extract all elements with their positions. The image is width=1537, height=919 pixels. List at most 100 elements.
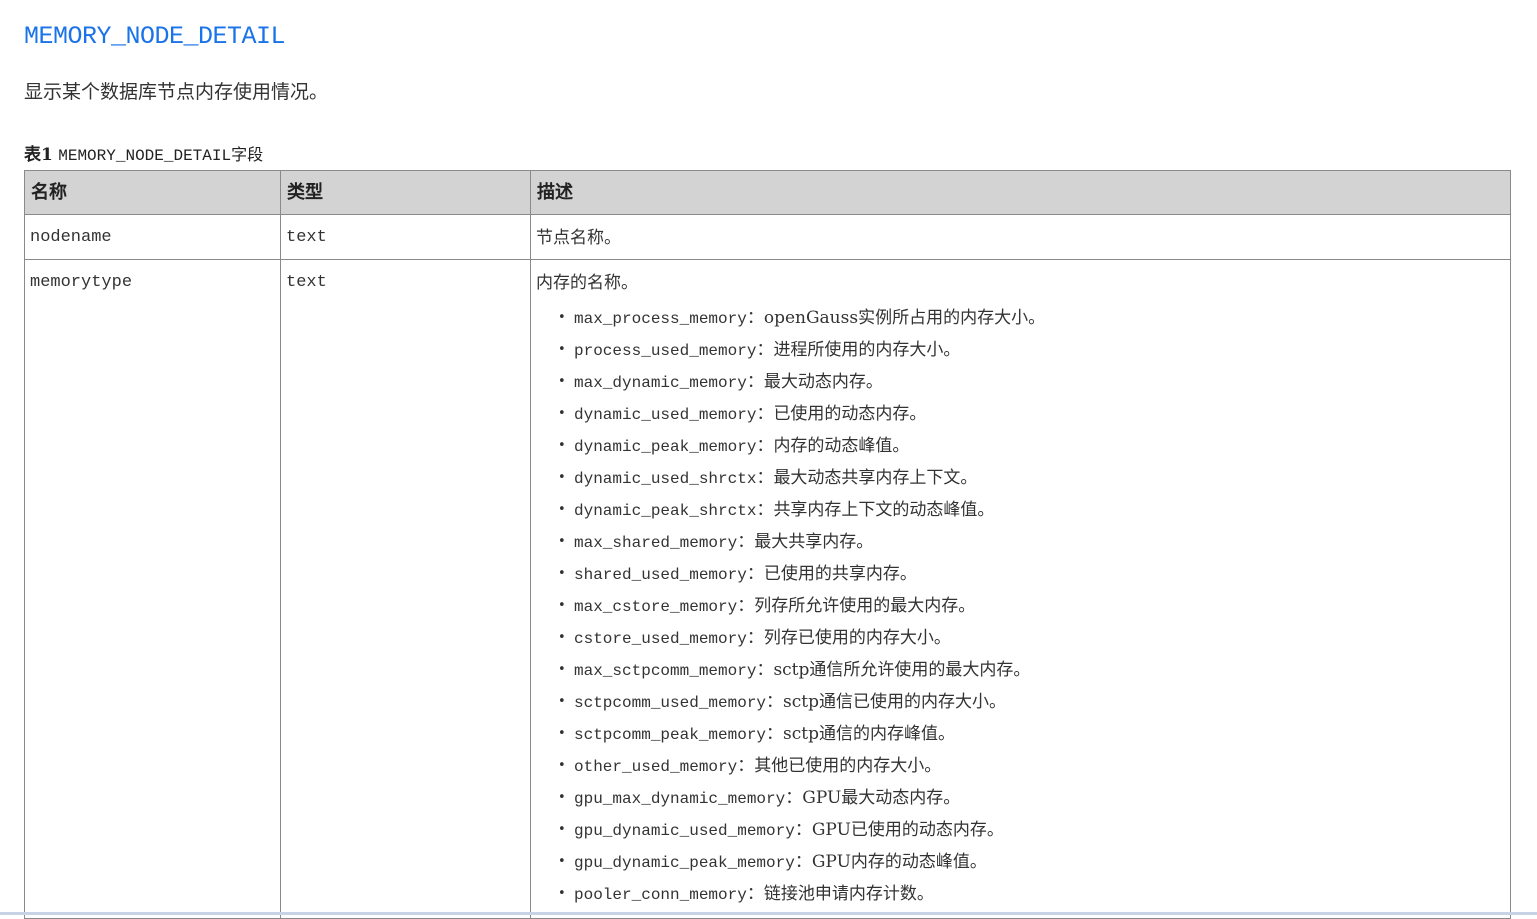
list-item: • max_shared_memory：最大共享内存。: [556, 526, 1505, 558]
list-item: • dynamic_peak_memory：内存的动态峰值。: [556, 430, 1505, 462]
memory-type-name: dynamic_peak_memory: [574, 438, 757, 456]
memory-type-description: 已使用的动态内存。: [773, 404, 927, 424]
memory-type-separator: ：: [737, 596, 755, 616]
bullet-icon: •: [558, 598, 566, 613]
list-item: • sctpcomm_peak_memory：sctp通信的内存峰值。: [556, 718, 1505, 750]
memory-type-name: process_used_memory: [574, 342, 757, 360]
bullet-icon: •: [558, 886, 566, 901]
bullet-icon: •: [558, 470, 566, 485]
page-description: 显示某个数据库节点内存使用情况。: [24, 81, 329, 103]
memory-type-description: 内存的动态峰值。: [773, 436, 910, 456]
memory-type-description: 最大动态共享内存上下文。: [773, 468, 978, 488]
memory-type-description: sctp通信的内存峰值。: [783, 724, 955, 744]
header-type: 类型: [280, 170, 531, 215]
memory-type-description: openGauss实例所占用的内存大小。: [763, 308, 1046, 328]
cell-description: 节点名称。: [530, 214, 1511, 260]
list-item: • gpu_max_dynamic_memory：GPU最大动态内存。: [556, 782, 1505, 814]
memory-type-name: sctpcomm_used_memory: [574, 694, 767, 712]
memory-type-name: max_shared_memory: [574, 534, 738, 552]
header-description: 描述: [530, 170, 1511, 215]
memory-type-separator: ：: [737, 532, 755, 552]
bullet-icon: •: [558, 822, 566, 837]
memory-type-separator: ：: [746, 372, 764, 392]
memory-type-description: GPU内存的动态峰值。: [811, 852, 987, 872]
cell-description-text: 内存的名称。: [536, 273, 638, 293]
list-item: • max_dynamic_memory：最大动态内存。: [556, 366, 1505, 398]
memory-type-description: 进程所使用的内存大小。: [773, 340, 961, 360]
memory-type-name: max_cstore_memory: [574, 598, 738, 616]
list-item: • gpu_dynamic_peak_memory：GPU内存的动态峰值。: [556, 846, 1505, 878]
memory-type-name: dynamic_used_memory: [574, 406, 757, 424]
memory-type-list: • max_process_memory：openGauss实例所占用的内存大小。…: [536, 302, 1505, 910]
memory-type-separator: ：: [766, 724, 784, 744]
memory-type-name: cstore_used_memory: [574, 630, 747, 648]
document-page: MEMORY_NODE_DETAIL 显示某个数据库节点内存使用情况。 表1 M…: [24, 0, 1511, 919]
bullet-icon: •: [558, 342, 566, 357]
list-item: • shared_used_memory：已使用的共享内存。: [556, 558, 1505, 590]
list-item: • pooler_conn_memory：链接池申请内存计数。: [556, 878, 1505, 910]
memory-type-description: 列存已使用的内存大小。: [763, 628, 951, 648]
memory-type-separator: ：: [756, 500, 774, 520]
page-title: MEMORY_NODE_DETAIL: [24, 22, 286, 51]
memory-type-separator: ：: [756, 660, 774, 680]
list-item: • dynamic_used_memory：已使用的动态内存。: [556, 398, 1505, 430]
memory-type-name: max_dynamic_memory: [574, 374, 747, 392]
cell-type: text: [280, 259, 531, 919]
table-row: nodename text 节点名称。: [24, 214, 1511, 260]
memory-type-description: 列存所允许使用的最大内存。: [754, 596, 976, 616]
bullet-icon: •: [558, 694, 566, 709]
list-item: • gpu_dynamic_used_memory：GPU已使用的动态内存。: [556, 814, 1505, 846]
memory-type-name: gpu_dynamic_used_memory: [574, 822, 795, 840]
bullet-icon: •: [558, 630, 566, 645]
memory-type-description: sctp通信所允许使用的最大内存。: [773, 660, 1031, 680]
memory-type-separator: ：: [785, 788, 803, 808]
memory-type-separator: ：: [746, 564, 764, 584]
fields-table: 名称 类型 描述 nodename text 节点名称。 memorytype …: [24, 170, 1511, 919]
memory-type-name: max_sctpcomm_memory: [574, 662, 757, 680]
bullet-icon: •: [558, 374, 566, 389]
memory-type-name: gpu_max_dynamic_memory: [574, 790, 786, 808]
bullet-icon: •: [558, 566, 566, 581]
list-item: • max_cstore_memory：列存所允许使用的最大内存。: [556, 590, 1505, 622]
memory-type-separator: ：: [766, 692, 784, 712]
bullet-icon: •: [558, 726, 566, 741]
cell-description: 内存的名称。 • max_process_memory：openGauss实例所占…: [530, 259, 1511, 919]
memory-type-description: 链接池申请内存计数。: [763, 884, 934, 904]
cell-type: text: [280, 214, 531, 260]
memory-type-description: 最大共享内存。: [754, 532, 874, 552]
bullet-icon: •: [558, 662, 566, 677]
memory-type-separator: ：: [794, 820, 812, 840]
cell-name: memorytype: [24, 259, 281, 919]
bullet-icon: •: [558, 310, 566, 325]
memory-type-description: 最大动态内存。: [763, 372, 883, 392]
bullet-icon: •: [558, 502, 566, 517]
memory-type-separator: ：: [746, 308, 764, 328]
memory-type-separator: ：: [756, 468, 774, 488]
bullet-icon: •: [558, 406, 566, 421]
list-item: • other_used_memory：其他已使用的内存大小。: [556, 750, 1505, 782]
bullet-icon: •: [558, 758, 566, 773]
memory-type-separator: ：: [756, 340, 774, 360]
table-row: memorytype text 内存的名称。 • max_process_memo…: [24, 259, 1511, 919]
memory-type-description: GPU已使用的动态内存。: [811, 820, 1004, 840]
memory-type-description: 已使用的共享内存。: [763, 564, 917, 584]
memory-type-name: dynamic_used_shrctx: [574, 470, 757, 488]
bullet-icon: •: [558, 534, 566, 549]
cell-name: nodename: [24, 214, 281, 260]
memory-type-name: pooler_conn_memory: [574, 886, 747, 904]
list-item: • dynamic_used_shrctx：最大动态共享内存上下文。: [556, 462, 1505, 494]
bullet-icon: •: [558, 790, 566, 805]
list-item: • cstore_used_memory：列存已使用的内存大小。: [556, 622, 1505, 654]
memory-type-name: other_used_memory: [574, 758, 738, 776]
table-caption-text: MEMORY_NODE_DETAIL字段: [58, 147, 264, 165]
table-caption: 表1 MEMORY_NODE_DETAIL字段: [24, 144, 1510, 167]
memory-type-name: dynamic_peak_shrctx: [574, 502, 757, 520]
table-caption-label: 表1: [24, 145, 53, 165]
memory-type-name: shared_used_memory: [574, 566, 747, 584]
list-item: • sctpcomm_used_memory：sctp通信已使用的内存大小。: [556, 686, 1505, 718]
memory-type-separator: ：: [756, 404, 774, 424]
list-item: • max_process_memory：openGauss实例所占用的内存大小。: [556, 302, 1505, 334]
memory-type-separator: ：: [794, 852, 812, 872]
memory-type-description: GPU最大动态内存。: [802, 788, 961, 808]
bullet-icon: •: [558, 854, 566, 869]
